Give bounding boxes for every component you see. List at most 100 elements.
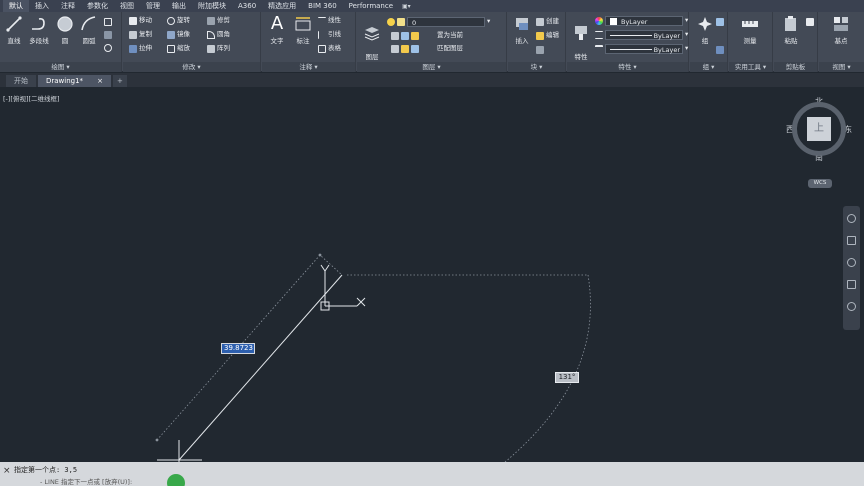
linear-dim-button[interactable]: 线性 (318, 15, 341, 26)
annotation-panel-title[interactable]: 注释 ▾ (262, 62, 355, 72)
text-button[interactable]: A 文字 (264, 13, 290, 46)
block-attribute-button[interactable] (536, 44, 546, 55)
array-button[interactable]: 阵列 (207, 43, 230, 54)
move-button[interactable]: 移动 (129, 15, 152, 26)
tab-manage[interactable]: 管理 (140, 0, 166, 12)
chevron-down-icon: ▾ (685, 44, 689, 52)
view-panel-title[interactable]: 视图 ▾ (819, 62, 864, 72)
mirror-button[interactable]: 镜像 (167, 29, 190, 40)
tab-overflow-button[interactable]: ▣▾ (399, 3, 414, 10)
tab-performance[interactable]: Performance (343, 0, 399, 12)
angle-input[interactable]: 131° (555, 372, 579, 383)
command-line[interactable]: × 指定第一个点: 3,5 - LINE 指定下一点或 [放弃(U)]: (0, 462, 864, 486)
clipboard-panel-title[interactable]: 剪贴板 (774, 62, 817, 72)
color-value: ByLayer (621, 17, 648, 26)
length-input[interactable]: 39.8723 (221, 343, 255, 354)
pan-icon[interactable] (847, 236, 856, 245)
circle-button[interactable]: 圆 (52, 15, 78, 45)
utilities-panel-title[interactable]: 实用工具 ▾ (729, 62, 772, 72)
orbit-icon[interactable] (847, 280, 856, 289)
draw-tool-rectangle[interactable] (104, 16, 114, 27)
tab-default[interactable]: 默认 (3, 0, 29, 12)
tab-featured-apps[interactable]: 精选应用 (262, 0, 302, 12)
insert-block-button[interactable]: 插入 (509, 15, 535, 45)
tab-addons[interactable]: 附加模块 (192, 0, 232, 12)
layer-tool-icon[interactable] (411, 31, 419, 40)
edit-block-icon (536, 31, 544, 40)
layer-freeze-icon (397, 17, 405, 26)
tab-start[interactable]: 开始 (6, 75, 36, 87)
trim-button[interactable]: 修剪 (207, 15, 230, 26)
steering-wheel-icon[interactable] (847, 214, 856, 223)
copy-clip-button[interactable] (806, 16, 816, 27)
polyline-icon (32, 18, 45, 30)
leader-button[interactable]: 引线 (318, 29, 341, 40)
arc-icon (81, 16, 96, 31)
new-tab-button[interactable]: + (112, 75, 127, 87)
layer-tool-icon[interactable] (401, 31, 409, 40)
tab-bim360[interactable]: BIM 360 (302, 0, 343, 12)
layer-tool-icon[interactable] (391, 31, 399, 40)
layer-tool-icon[interactable] (411, 44, 419, 53)
copy-button[interactable]: 复制 (129, 29, 152, 40)
layer-tools-row-2: 匹配图层 (391, 43, 463, 54)
paste-button[interactable]: 粘贴 (778, 15, 804, 45)
chevron-down-icon: ▾ (685, 16, 689, 24)
tab-annotate[interactable]: 注释 (55, 0, 81, 12)
layer-tools-row: 置为当前 (391, 30, 463, 41)
lineweight-sample (610, 48, 652, 50)
modify-panel-title[interactable]: 修改 ▾ (123, 62, 260, 72)
rotate-icon (167, 16, 175, 25)
layer-dropdown[interactable]: 0 ▾ (387, 16, 490, 27)
layer-dropdown-value: 0 (407, 16, 485, 27)
properties-panel-title[interactable]: 特性 ▾ (567, 62, 688, 72)
layer-tool-icon[interactable] (391, 44, 399, 53)
tab-view[interactable]: 视图 (114, 0, 140, 12)
close-icon[interactable]: × (97, 75, 103, 87)
block-panel-title[interactable]: 块 ▾ (508, 62, 565, 72)
layer-tool-icon[interactable] (401, 44, 409, 53)
edit-block-button[interactable]: 编辑 (536, 30, 559, 41)
line-button[interactable]: 直线 (1, 15, 27, 45)
create-block-button[interactable]: 创建 (536, 16, 559, 27)
polyline-button[interactable]: 多段线 (26, 15, 52, 45)
group-button[interactable]: 组 (692, 15, 718, 45)
draw-panel-title[interactable]: 绘图 ▾ (0, 62, 121, 72)
match-layer-button[interactable]: 匹配图层 (437, 43, 463, 54)
arc-button[interactable]: 圆弧 (76, 15, 102, 45)
make-current-button[interactable]: 置为当前 (437, 30, 463, 41)
group-tool-button[interactable] (716, 16, 726, 27)
lineweight-dropdown[interactable]: ByLayer ▾ (595, 43, 688, 54)
linetype-dropdown[interactable]: ByLayer ▾ (595, 29, 688, 40)
stretch-button[interactable]: 拉伸 (129, 43, 152, 54)
dimension-button[interactable]: 标注 (290, 15, 316, 45)
block-panel: 插入 创建 编辑 块 ▾ (508, 12, 566, 72)
close-icon[interactable]: × (3, 466, 11, 476)
drawing-viewport[interactable]: [-][俯视][二维线框] 39.8723 131° 北 南 东 西 上 WCS (0, 88, 864, 462)
fillet-button[interactable]: 圆角 (207, 29, 230, 40)
scale-button[interactable]: 缩放 (167, 43, 190, 54)
drawing-canvas[interactable] (0, 88, 864, 462)
tab-output[interactable]: 输出 (166, 0, 192, 12)
draw-tool-ellipse[interactable] (104, 42, 114, 53)
tab-insert[interactable]: 插入 (29, 0, 55, 12)
table-button[interactable]: 表格 (318, 43, 341, 54)
color-dropdown[interactable]: ByLayer ▾ (595, 15, 688, 26)
showmotion-icon[interactable] (847, 302, 856, 311)
groups-panel-title[interactable]: 组 ▾ (690, 62, 727, 72)
measure-button[interactable]: 测量 (737, 15, 763, 45)
viewcube-top-face[interactable]: 上 (807, 117, 831, 141)
rotate-button[interactable]: 旋转 (167, 15, 190, 26)
viewcube[interactable]: 北 南 东 西 上 (786, 96, 852, 162)
zoom-icon[interactable] (847, 258, 856, 267)
base-point-button[interactable]: 基点 (828, 15, 854, 45)
layers-panel-title[interactable]: 图层 ▾ (357, 62, 506, 72)
text-icon: A (270, 13, 284, 34)
tab-a360[interactable]: A360 (232, 0, 262, 12)
draw-tool-hatch[interactable] (104, 29, 114, 40)
table-icon (318, 44, 326, 53)
tab-parametric[interactable]: 参数化 (81, 0, 114, 12)
wcs-menu[interactable]: WCS (808, 179, 832, 188)
group-select-button[interactable] (716, 44, 726, 55)
tab-drawing1[interactable]: Drawing1* × (38, 75, 111, 87)
